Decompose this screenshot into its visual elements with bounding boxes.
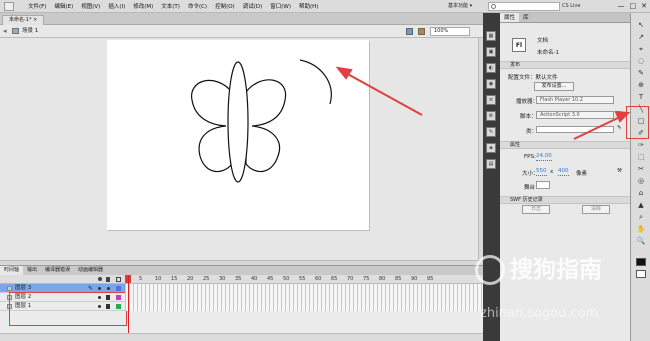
watermark-url: zhinan.sogou.com <box>480 306 599 321</box>
watermark-logo <box>475 255 505 285</box>
arrowhead-line-tool <box>614 110 631 123</box>
arrow-to-line-tool <box>573 115 623 140</box>
arrowhead-drawing <box>335 66 353 80</box>
annotation-arrows <box>335 66 631 140</box>
watermark-text: 搜狗指南 <box>510 257 602 283</box>
arrow-to-drawing <box>343 71 423 116</box>
